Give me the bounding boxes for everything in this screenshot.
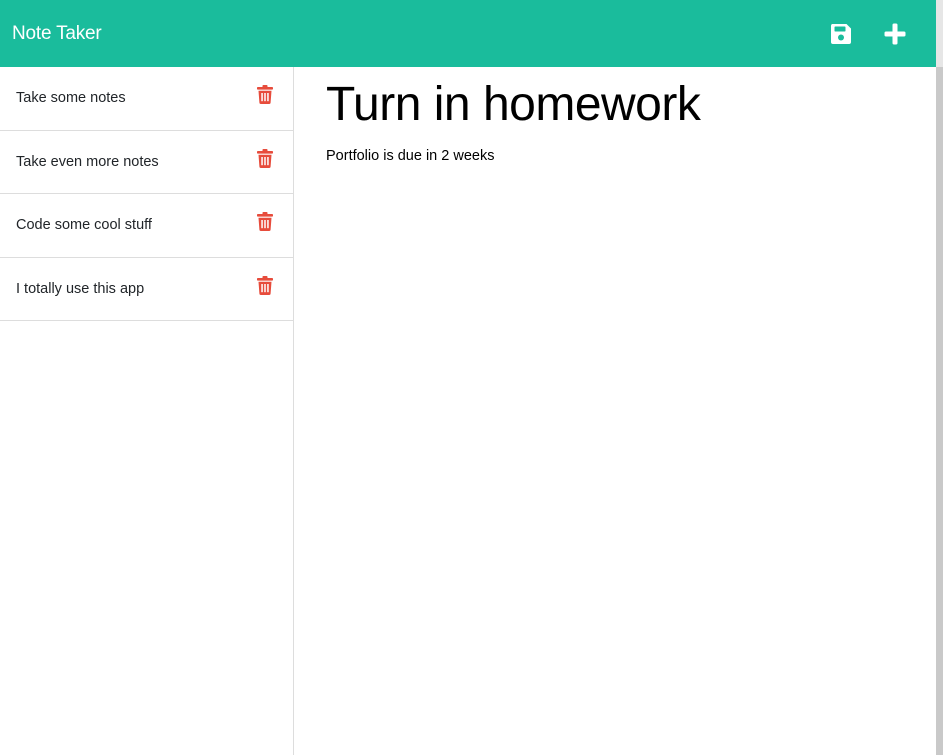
nav-actions: [828, 0, 924, 67]
trash-icon[interactable]: [257, 212, 273, 231]
list-item[interactable]: Code some cool stuff: [0, 194, 293, 258]
page-scrollbar[interactable]: [936, 0, 943, 755]
list-item[interactable]: Take some notes: [0, 67, 293, 131]
scrollbar-thumb[interactable]: [936, 67, 943, 755]
note-title: Take some notes: [16, 90, 126, 107]
notes-sidebar: Take some notes Take even more notes Cod…: [0, 67, 294, 755]
app-brand[interactable]: Note Taker: [12, 23, 102, 45]
list-item[interactable]: Take even more notes: [0, 131, 293, 194]
navbar: Note Taker: [0, 0, 936, 67]
note-title: I totally use this app: [16, 280, 145, 297]
note-title-field[interactable]: Turn in homework: [326, 79, 936, 131]
app-window: Note Taker Take some notes Take even mor…: [0, 0, 943, 755]
plus-icon: [884, 23, 906, 44]
note-text-area[interactable]: Portfolio is due in 2 weeks: [326, 148, 936, 164]
note-list: Take some notes Take even more notes Cod…: [0, 67, 293, 321]
note-title: Take even more notes: [16, 153, 159, 170]
trash-icon[interactable]: [257, 148, 273, 168]
new-note-button[interactable]: [882, 21, 908, 47]
save-icon: [830, 23, 851, 44]
note-editor: Turn in homework Portfolio is due in 2 w…: [294, 67, 936, 755]
note-title: Code some cool stuff: [16, 217, 152, 234]
trash-icon[interactable]: [257, 275, 273, 295]
save-note-button[interactable]: [828, 21, 854, 47]
trash-icon[interactable]: [257, 85, 273, 104]
list-item[interactable]: I totally use this app: [0, 258, 293, 321]
